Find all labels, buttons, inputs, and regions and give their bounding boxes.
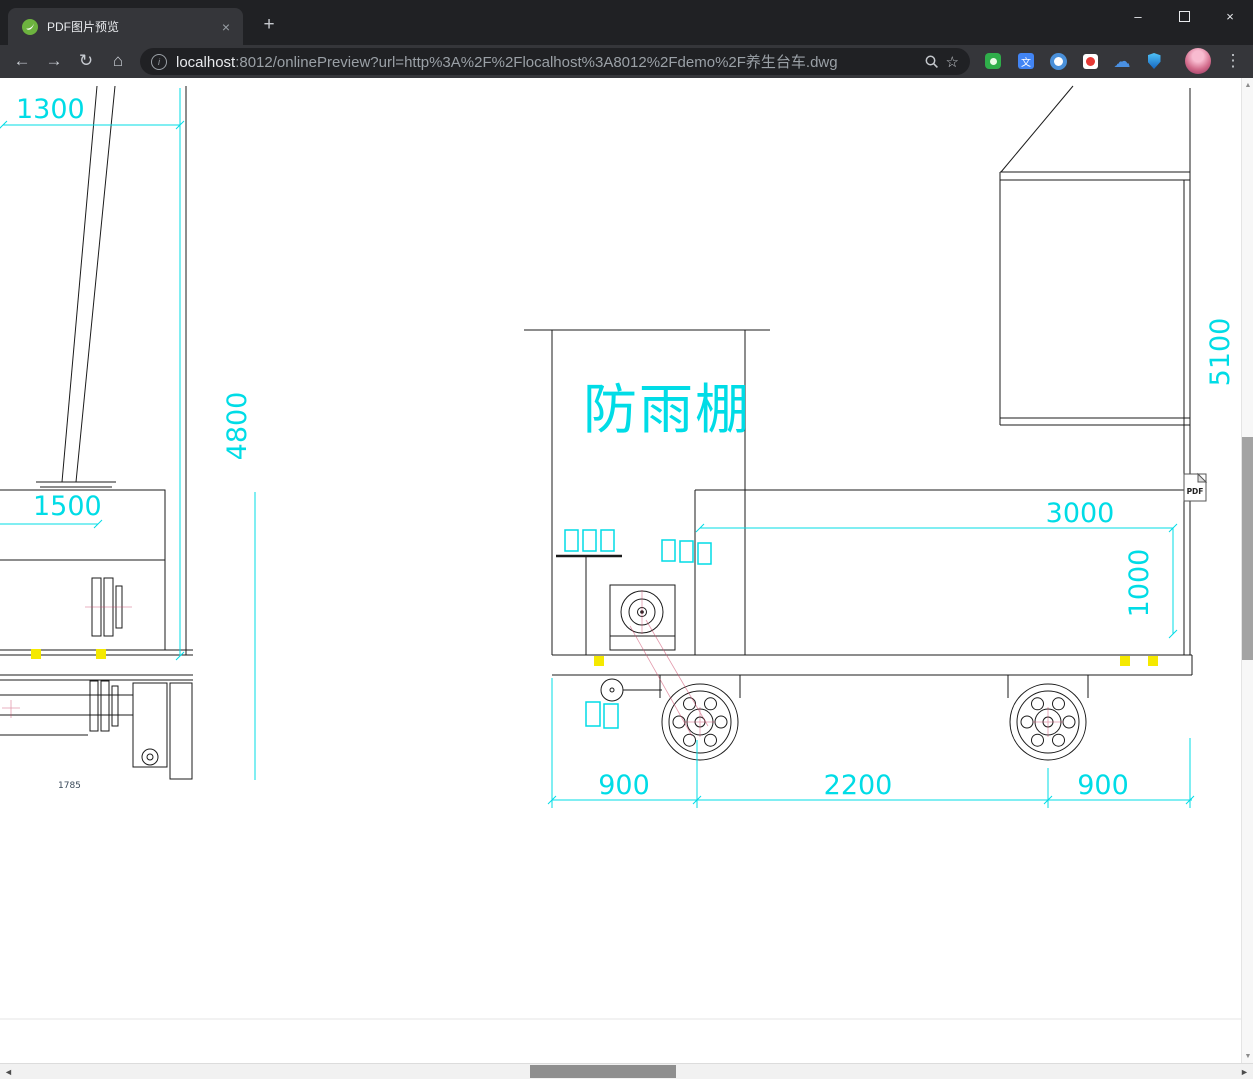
url-text: localhost:8012/onlinePreview?url=http%3A… <box>176 51 918 72</box>
dimension-900-right: 900 <box>1077 770 1129 801</box>
minimize-button[interactable]: – <box>1115 0 1161 32</box>
url-path: :8012/onlinePreview?url=http%3A%2F%2Floc… <box>235 54 838 71</box>
vertical-scrollbar[interactable]: ▲ ▼ <box>1241 78 1253 1063</box>
centerlines <box>2 590 1063 737</box>
close-button[interactable]: × <box>1207 0 1253 32</box>
new-tab-button[interactable]: + <box>256 12 282 38</box>
dimensions <box>0 88 1195 808</box>
tab-close-icon[interactable]: × <box>217 18 235 36</box>
forward-button[interactable]: → <box>40 47 68 75</box>
extension-icon-green[interactable] <box>980 48 1006 74</box>
dimension-3000: 3000 <box>1046 498 1115 529</box>
left-elevation-view <box>0 85 193 780</box>
extension-icon-red[interactable] <box>1077 48 1103 74</box>
home-button[interactable]: ⌂ <box>104 47 132 75</box>
maximize-button[interactable] <box>1161 0 1207 32</box>
scroll-down-icon[interactable]: ▼ <box>1242 1049 1253 1063</box>
spring-favicon <box>22 18 38 35</box>
vertical-scrollbar-thumb[interactable] <box>1242 437 1253 660</box>
extension-icon-translate[interactable]: 文 <box>1013 48 1039 74</box>
dimension-900-left: 900 <box>598 770 650 801</box>
pdf-attachment-icon[interactable]: PDF <box>1183 472 1208 502</box>
horizontal-scrollbar-thumb[interactable] <box>530 1065 676 1078</box>
browser-toolbar: ← → ↻ ⌂ i localhost:8012/onlinePreview?u… <box>0 45 1253 78</box>
scroll-right-icon[interactable]: ► <box>1236 1064 1253 1079</box>
highlight-marks <box>31 649 1158 666</box>
shelter-label: 防雨棚 <box>583 378 751 441</box>
scroll-left-icon[interactable]: ◄ <box>0 1064 17 1079</box>
dwg-preview-page: 1300 4800 1500 5100 3000 1000 900 2200 9… <box>0 78 1241 1063</box>
dimension-5100: 5100 <box>1205 318 1236 387</box>
dimension-4800: 4800 <box>222 392 253 461</box>
dimension-1300: 1300 <box>16 94 85 125</box>
browser-menu-icon[interactable]: ⋮ <box>1220 48 1246 74</box>
pdf-badge-text: PDF <box>1187 487 1204 496</box>
browser-window: PDF图片预览 × + – × ← → ↻ ⌂ i localhost:8012… <box>0 0 1253 1079</box>
profile-avatar[interactable] <box>1185 48 1211 74</box>
extension-icon-cloud[interactable]: ☁ <box>1109 48 1135 74</box>
reload-button[interactable]: ↻ <box>72 47 100 75</box>
dimension-1000: 1000 <box>1124 549 1155 618</box>
dimension-2200: 2200 <box>824 770 893 801</box>
scroll-up-icon[interactable]: ▲ <box>1242 78 1253 92</box>
url-host: localhost <box>176 54 236 71</box>
cad-drawing: 1300 4800 1500 5100 3000 1000 900 2200 9… <box>0 85 1241 1020</box>
dimension-1500: 1500 <box>33 491 102 522</box>
tab-title: PDF图片预览 <box>47 20 120 34</box>
tab-pdf-preview[interactable]: PDF图片预览 × <box>8 8 243 45</box>
dimension-labels: 1300 4800 1500 5100 3000 1000 900 2200 9… <box>16 94 1236 801</box>
back-button[interactable]: ← <box>8 47 36 75</box>
extension-icon-ring[interactable] <box>1045 48 1071 74</box>
address-bar[interactable]: i localhost:8012/onlinePreview?url=http%… <box>140 48 970 75</box>
window-controls: – × <box>1115 0 1253 32</box>
zoom-icon[interactable] <box>924 54 940 70</box>
bookmark-star-icon[interactable]: ☆ <box>946 53 959 71</box>
horizontal-scrollbar[interactable]: ◄ ► <box>0 1063 1253 1079</box>
maximize-icon <box>1178 10 1190 22</box>
extension-icon-shield[interactable] <box>1141 48 1167 74</box>
tab-strip: PDF图片预览 × + – × <box>0 0 1253 45</box>
dimension-1785: 1785 <box>58 781 81 791</box>
page-info-icon[interactable]: i <box>151 53 167 70</box>
